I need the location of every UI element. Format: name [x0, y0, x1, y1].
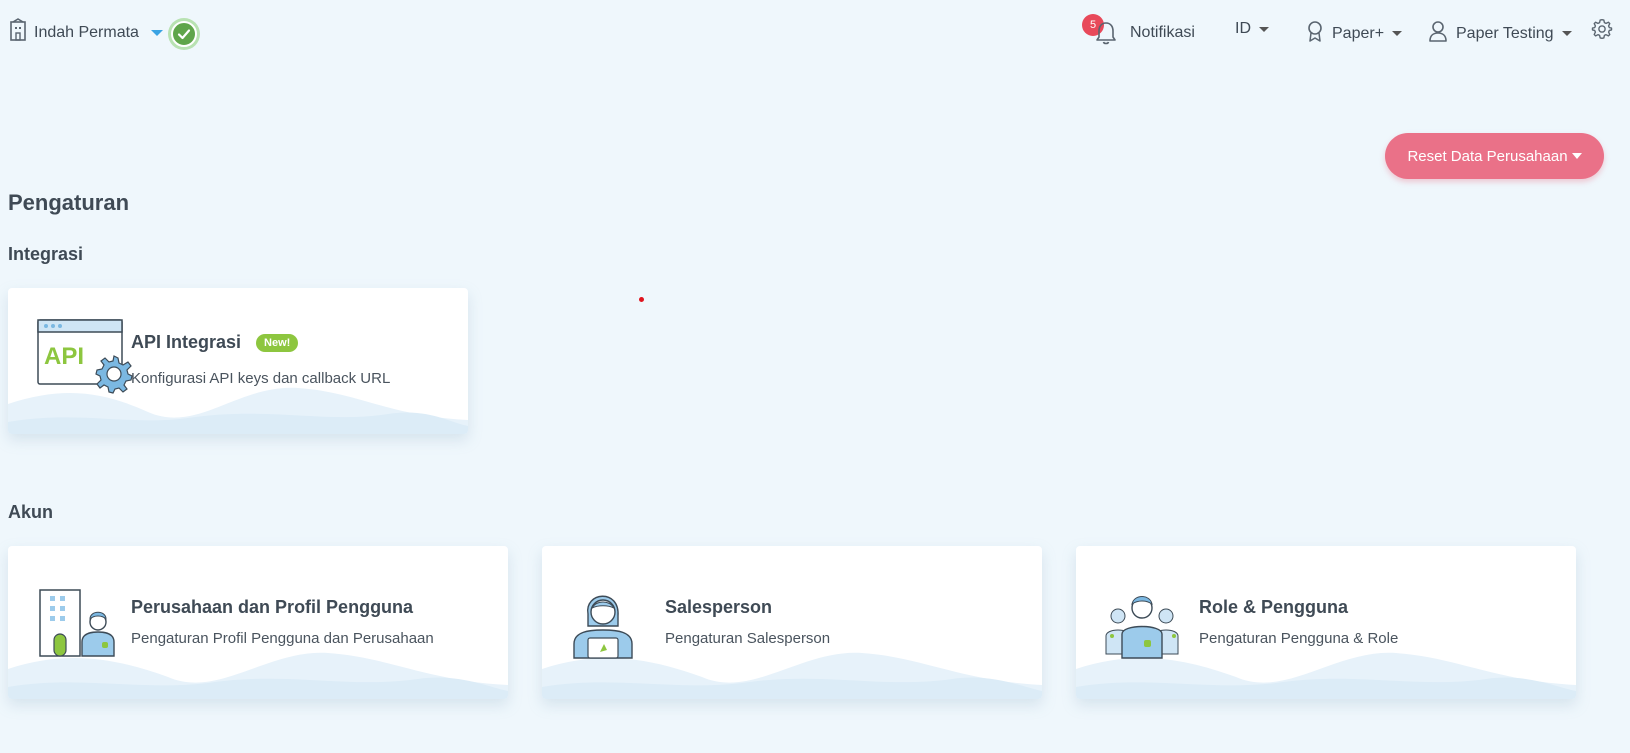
- card-role-users[interactable]: Role & Pengguna Pengaturan Pengguna & Ro…: [1076, 546, 1576, 699]
- api-gear-icon: API: [36, 314, 136, 394]
- chevron-down-icon: [1392, 31, 1403, 36]
- card-title: API Integrasi New!: [131, 332, 299, 353]
- card-title: Role & Pengguna: [1199, 597, 1349, 617]
- section-title-akun: Akun: [8, 502, 53, 522]
- card-description: Pengaturan Pengguna & Role: [1199, 630, 1399, 647]
- new-badge: New!: [256, 334, 299, 353]
- page-title: Pengaturan: [8, 190, 130, 215]
- top-bar: Indah Permata 5 Notifikasi ID Paper+ Pap…: [0, 0, 1630, 64]
- card-title-text: API Integrasi: [131, 332, 242, 352]
- card-salesperson[interactable]: Salesperson Pengaturan Salesperson: [542, 546, 1042, 699]
- notifications-button[interactable]: 5 Notifikasi: [1082, 14, 1195, 45]
- user-icon: [1428, 20, 1448, 47]
- building-icon: [8, 18, 28, 47]
- card-title: Salesperson: [665, 597, 773, 617]
- section-title-integrasi: Integrasi: [8, 244, 84, 264]
- card-api-integrasi[interactable]: API API Integrasi New! Konfigurasi API k…: [8, 288, 468, 434]
- gear-icon: [1591, 18, 1613, 45]
- bell-icon: [1094, 20, 1118, 51]
- settings-button[interactable]: [1591, 18, 1613, 45]
- card-company-profile[interactable]: Perusahaan dan Profil Pengguna Pengatura…: [8, 546, 508, 699]
- card-description: Pengaturan Profil Pengguna dan Perusahaa…: [131, 630, 434, 647]
- company-profile-icon: [36, 586, 136, 666]
- language-dropdown[interactable]: ID: [1235, 20, 1269, 38]
- indicator-dot: [639, 297, 644, 302]
- card-description: Pengaturan Salesperson: [665, 630, 831, 647]
- language-label: ID: [1235, 20, 1251, 37]
- plan-dropdown[interactable]: Paper+: [1306, 20, 1403, 47]
- salesperson-icon: [570, 586, 670, 666]
- verified-check-icon: [168, 18, 200, 50]
- chevron-down-icon: [1259, 26, 1269, 32]
- award-icon: [1306, 20, 1324, 47]
- user-dropdown[interactable]: Paper Testing: [1428, 20, 1572, 47]
- plan-label: Paper+: [1332, 24, 1385, 42]
- role-users-icon: [1104, 586, 1204, 666]
- chevron-down-icon: [1561, 31, 1572, 36]
- card-description: Konfigurasi API keys dan callback URL: [131, 370, 391, 387]
- svg-text:API: API: [44, 343, 84, 370]
- reset-company-data-label: Reset Data Perusahaan: [1407, 147, 1568, 165]
- chevron-down-icon: [1571, 153, 1582, 159]
- user-name: Paper Testing: [1456, 24, 1554, 42]
- card-title: Perusahaan dan Profil Pengguna: [131, 597, 414, 617]
- notifications-label: Notifikasi: [1130, 24, 1195, 41]
- chevron-down-icon: [150, 29, 163, 36]
- company-name: Indah Permata: [34, 23, 139, 41]
- company-switcher[interactable]: Indah Permata: [8, 18, 163, 47]
- reset-company-data-button[interactable]: Reset Data Perusahaan: [1385, 133, 1604, 179]
